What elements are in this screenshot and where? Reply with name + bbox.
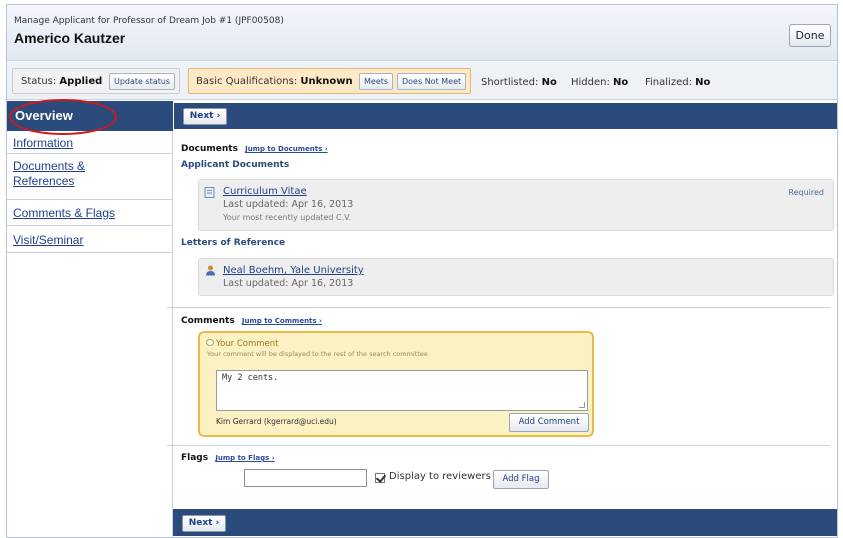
finalized-label: Finalized: <box>645 77 692 88</box>
done-button[interactable]: Done <box>789 24 831 47</box>
jump-to-flags-link[interactable]: Jump to Flags › <box>215 454 274 462</box>
update-status-button[interactable]: Update status <box>109 73 176 90</box>
comment-box-subtitle: Your comment will be displayed to the re… <box>207 350 428 358</box>
person-icon <box>206 265 215 276</box>
flag-input[interactable] <box>244 469 367 487</box>
highlight-circle <box>9 99 117 135</box>
hidden-status: Hidden: No <box>571 77 628 88</box>
status-label-text: Status: <box>21 76 57 87</box>
page-header: Manage Applicant for Professor of Dream … <box>7 5 837 61</box>
hidden-value: No <box>613 77 629 88</box>
add-comment-button[interactable]: Add Comment <box>509 413 589 432</box>
shortlisted-value: No <box>541 77 557 88</box>
comments-heading-text: Comments <box>181 316 235 326</box>
page-subtitle: Manage Applicant for Professor of Dream … <box>14 16 284 26</box>
shortlisted-label: Shortlisted: <box>481 77 539 88</box>
cv-note-text: Your most recently updated C.V. <box>223 213 352 222</box>
qualifications-value: Unknown <box>300 76 353 87</box>
cv-document-link[interactable]: Curriculum Vitae <box>223 186 307 197</box>
comment-box: Your Comment Your comment will be displa… <box>198 331 594 437</box>
reference-letter-link[interactable]: Neal Boehm, Yale University <box>223 265 364 276</box>
does-not-meet-button[interactable]: Does Not Meet <box>397 73 467 90</box>
cv-updated-text: Last updated: Apr 16, 2013 <box>223 199 354 210</box>
status-bar: Status: Applied Update status Basic Qual… <box>7 62 837 100</box>
meets-button[interactable]: Meets <box>359 73 394 90</box>
flags-heading: Flags Jump to Flags › <box>181 453 275 463</box>
applicant-documents-heading: Applicant Documents <box>181 160 290 170</box>
next-button-top[interactable]: Next › <box>183 108 227 125</box>
jump-to-comments-link[interactable]: Jump to Comments › <box>242 317 322 325</box>
qualifications-box: Basic Qualifications: Unknown Meets Does… <box>188 68 471 94</box>
next-button-bottom[interactable]: Next › <box>182 515 226 532</box>
qualifications-label-text: Basic Qualifications: <box>196 76 298 87</box>
reference-updated-text: Last updated: Apr 16, 2013 <box>223 278 354 289</box>
document-icon <box>204 187 215 198</box>
sidebar-item-comments-flags[interactable]: Comments & Flags <box>7 200 173 226</box>
shortlisted-status: Shortlisted: No <box>481 77 557 88</box>
flags-heading-text: Flags <box>181 453 209 463</box>
required-badge: Required <box>788 188 824 197</box>
finalized-status: Finalized: No <box>645 77 710 88</box>
comments-heading: Comments Jump to Comments › <box>181 316 322 326</box>
add-flag-button[interactable]: Add Flag <box>493 470 549 489</box>
sidebar-item-information[interactable]: Information <box>7 132 173 154</box>
letters-of-reference-heading: Letters of Reference <box>181 238 286 248</box>
section-divider <box>167 307 830 308</box>
comment-textarea[interactable]: My 2 cents. <box>216 370 588 411</box>
cv-document-card: Curriculum Vitae Last updated: Apr 16, 2… <box>198 179 834 231</box>
status-label: Status: Applied <box>21 76 102 87</box>
qualifications-label: Basic Qualifications: Unknown <box>196 76 353 87</box>
status-value: Applied <box>59 76 103 87</box>
display-to-reviewers-checkbox[interactable] <box>375 473 385 483</box>
top-nav-bar: Next › <box>174 103 837 129</box>
page-title: Americo Kautzer <box>14 30 126 46</box>
documents-heading: Documents Jump to Documents › <box>181 144 328 154</box>
comment-bubble-icon <box>206 339 214 346</box>
sidebar: Overview Information Documents & Referen… <box>7 99 173 537</box>
section-divider <box>167 445 830 446</box>
status-box: Status: Applied Update status <box>12 68 180 94</box>
commenter-name: Kim Gerrard (kgerrard@uci.edu) <box>216 417 337 426</box>
resize-handle[interactable] <box>579 402 585 408</box>
comment-box-title: Your Comment <box>216 339 279 349</box>
bottom-nav-bar: Next › <box>173 509 837 536</box>
jump-to-documents-link[interactable]: Jump to Documents › <box>245 145 328 153</box>
reference-letter-card: Neal Boehm, Yale University Last updated… <box>198 258 834 296</box>
sidebar-item-visit-seminar[interactable]: Visit/Seminar <box>7 227 173 253</box>
sidebar-item-documents-references[interactable]: Documents & References <box>7 155 127 199</box>
display-to-reviewers-label: Display to reviewers <box>389 471 491 482</box>
documents-heading-text: Documents <box>181 144 238 154</box>
comment-text: My 2 cents. <box>222 373 279 383</box>
finalized-value: No <box>695 77 711 88</box>
hidden-label: Hidden: <box>571 77 610 88</box>
